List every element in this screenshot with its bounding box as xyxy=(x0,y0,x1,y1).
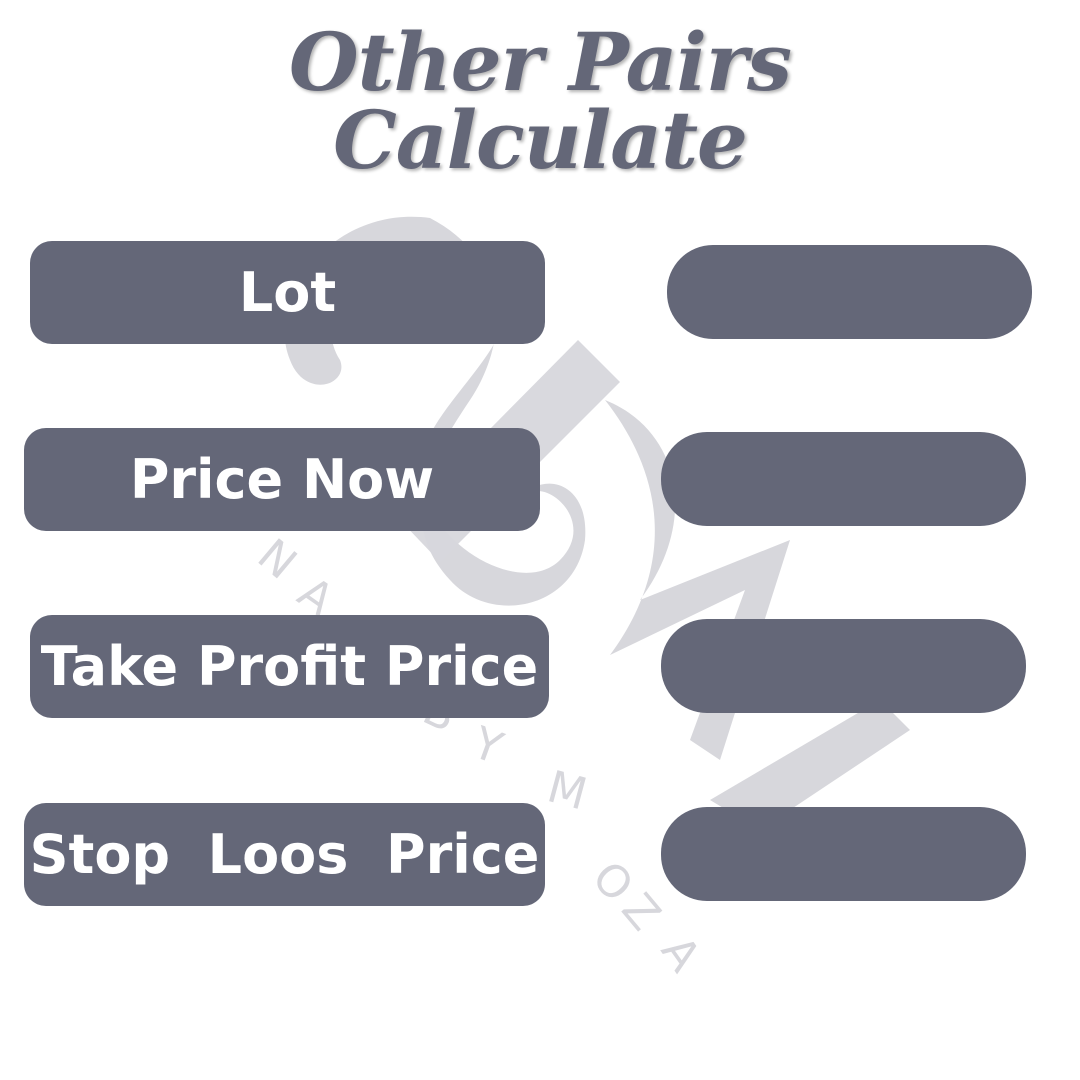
lot-input[interactable] xyxy=(667,245,1032,339)
page-title-line-2: Calculate xyxy=(333,93,748,187)
price-now-label: Price Now xyxy=(129,448,435,511)
price-now-label-button[interactable]: Price Now xyxy=(24,428,540,531)
watermark-letter: M xyxy=(542,761,592,820)
stop-loss-price-label: Stop Loos Price xyxy=(29,823,540,886)
stop-loss-price-label-button[interactable]: Stop Loos Price xyxy=(24,803,545,906)
watermark-letter: N xyxy=(248,529,306,589)
take-profit-price-label: Take Profit Price xyxy=(40,635,539,698)
lot-label-button[interactable]: Lot xyxy=(30,241,545,344)
watermark-letter: A xyxy=(651,927,710,981)
page-title-line-1: Other Pairs xyxy=(288,15,792,109)
price-now-input[interactable] xyxy=(661,432,1026,526)
lot-label: Lot xyxy=(238,261,337,324)
stop-loss-price-input[interactable] xyxy=(661,807,1026,901)
watermark-letter: Z xyxy=(612,884,670,940)
take-profit-price-input[interactable] xyxy=(661,619,1026,713)
take-profit-price-label-button[interactable]: Take Profit Price xyxy=(30,615,549,718)
watermark-letter: O xyxy=(582,852,643,913)
watermark-letter: Y xyxy=(465,717,509,775)
